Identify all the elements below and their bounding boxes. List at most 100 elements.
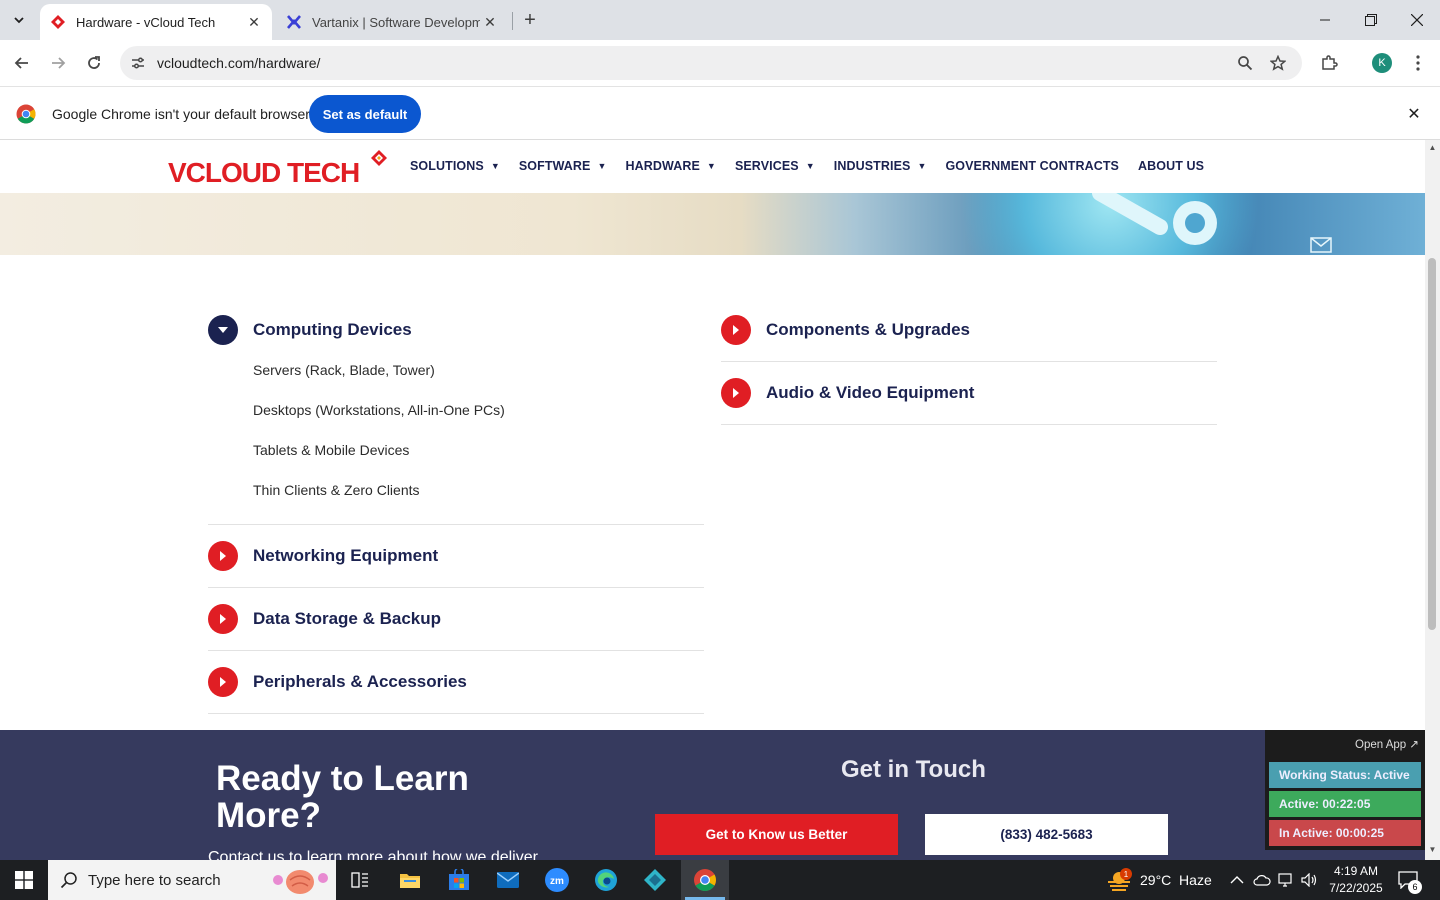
tab-title: Vartanix | Software Development xyxy=(312,14,480,30)
scrollbar-thumb[interactable] xyxy=(1428,258,1436,630)
accordion-item: Desktops (Workstations, All-in-One PCs) xyxy=(253,402,505,418)
volume-tray-icon[interactable] xyxy=(1301,860,1319,900)
file-explorer-button[interactable] xyxy=(386,860,434,900)
mail-app-button[interactable] xyxy=(484,860,532,900)
chrome-icon xyxy=(694,869,716,891)
address-bar[interactable]: vcloudtech.com/hardware/ xyxy=(120,46,1302,80)
caret-down-icon: ▼ xyxy=(490,161,500,171)
chevron-up-icon xyxy=(1230,876,1244,884)
get-to-know-us-button[interactable]: Get to Know us Better xyxy=(655,814,898,855)
set-as-default-button[interactable]: Set as default xyxy=(309,95,421,133)
cta-section: Ready to Learn More? Contact us to learn… xyxy=(0,730,1425,860)
time-tracker-widget: Open App ↗ Working Status: Active Active… xyxy=(1265,730,1425,850)
edge-icon xyxy=(595,869,617,891)
caret-right-circle-icon xyxy=(208,667,238,697)
menu-kebab-icon[interactable] xyxy=(1407,52,1429,74)
reload-button[interactable] xyxy=(78,47,110,79)
nav-software[interactable]: SOFTWARE ▼ xyxy=(519,159,607,173)
accordion-computing-devices[interactable]: Computing Devices xyxy=(208,310,704,350)
close-window-button[interactable] xyxy=(1394,0,1440,40)
search-icon xyxy=(60,872,77,889)
infobar-close-icon[interactable]: ✕ xyxy=(1404,104,1424,124)
bookmark-star-icon[interactable] xyxy=(1268,53,1288,73)
working-status: Working Status: Active xyxy=(1269,762,1421,788)
caret-right-circle-icon xyxy=(208,541,238,571)
accordion-title: Data Storage & Backup xyxy=(253,609,441,628)
accordion-right: Components & Upgrades Audio & Video Equi… xyxy=(721,310,1217,425)
chrome-taskbar-button[interactable] xyxy=(681,860,729,900)
weather-widget[interactable]: 1 29°C Haze xyxy=(1106,860,1212,900)
site-info-icon[interactable] xyxy=(128,53,148,73)
start-button[interactable] xyxy=(0,860,48,900)
accordion-title: Computing Devices xyxy=(253,320,412,339)
edge-browser-button[interactable] xyxy=(582,860,630,900)
mail-icon xyxy=(1310,237,1332,253)
task-view-button[interactable] xyxy=(336,860,384,900)
nav-industries[interactable]: INDUSTRIES ▼ xyxy=(834,159,927,173)
taskbar-clock[interactable]: 4:19 AM 7/22/2025 xyxy=(1326,863,1386,897)
default-browser-infobar: Google Chrome isn't your default browser… xyxy=(0,86,1440,140)
divider xyxy=(208,524,704,525)
accordion-networking-equipment[interactable]: Networking Equipment xyxy=(208,536,704,576)
mail-icon xyxy=(497,872,519,888)
show-hidden-icons-button[interactable] xyxy=(1230,860,1244,900)
notification-center-button[interactable]: 6 xyxy=(1398,860,1422,900)
cta-subtext: Contact us to learn more about how we de… xyxy=(208,849,538,860)
network-tray-icon[interactable] xyxy=(1278,860,1296,900)
zoom-meetings-icon: zm xyxy=(545,868,569,892)
reload-icon xyxy=(88,56,100,69)
zoom-icon[interactable] xyxy=(1235,53,1255,73)
scroll-down-arrow-icon[interactable]: ▼ xyxy=(1428,845,1437,854)
caret-right-circle-icon xyxy=(721,315,751,345)
phone-button[interactable]: (833) 482-5683 xyxy=(925,814,1168,855)
active-timer: Active: 00:22:05 xyxy=(1269,791,1421,817)
tab-vartanix[interactable]: Vartanix | Software Development ✕ xyxy=(276,4,508,40)
accordion-data-storage-backup[interactable]: Data Storage & Backup xyxy=(208,599,704,639)
nav-government-contracts[interactable]: GOVERNMENT CONTRACTS xyxy=(945,159,1119,173)
caret-right-circle-icon xyxy=(208,604,238,634)
accordion-item: Thin Clients & Zero Clients xyxy=(253,482,420,498)
minimize-button[interactable] xyxy=(1302,0,1348,40)
svg-text:zm: zm xyxy=(550,876,564,887)
scroll-up-arrow-icon[interactable]: ▲ xyxy=(1428,143,1437,152)
nav-solutions[interactable]: SOLUTIONS ▼ xyxy=(410,159,500,173)
caret-down-icon: ▼ xyxy=(805,161,815,171)
page-scrollbar[interactable]: ▲ ▼ xyxy=(1425,140,1440,860)
nav-hardware[interactable]: HARDWARE ▼ xyxy=(626,159,716,173)
nav-about-us[interactable]: ABOUT US xyxy=(1138,159,1204,173)
chrome-logo-icon xyxy=(16,104,36,124)
infobar-message: Google Chrome isn't your default browser xyxy=(52,106,310,122)
restore-icon xyxy=(1365,14,1377,26)
browser-toolbar: vcloudtech.com/hardware/ K xyxy=(0,40,1440,86)
pinned-app-button[interactable] xyxy=(631,860,679,900)
caret-down-icon: ▼ xyxy=(917,161,927,171)
tab-search-dropdown-button[interactable] xyxy=(6,7,32,33)
extensions-icon[interactable] xyxy=(1318,52,1340,74)
open-app-link[interactable]: Open App ↗ xyxy=(1355,737,1419,751)
arrow-left-icon xyxy=(14,57,28,69)
onedrive-tray-icon[interactable] xyxy=(1253,860,1271,900)
nav-services[interactable]: SERVICES ▼ xyxy=(735,159,815,173)
back-button[interactable] xyxy=(6,47,38,79)
tab-close-icon[interactable]: ✕ xyxy=(480,12,500,32)
search-placeholder: Type here to search xyxy=(88,872,221,889)
hero-banner-image xyxy=(0,193,1425,255)
profile-avatar[interactable]: K xyxy=(1372,53,1392,73)
new-tab-button[interactable]: + xyxy=(518,8,542,32)
vcloud-tech-logo[interactable]: VCLOUD TECH xyxy=(168,148,394,188)
accordion-peripherals-accessories[interactable]: Peripherals & Accessories xyxy=(208,662,704,702)
weather-text: 29°C Haze xyxy=(1140,872,1212,888)
restore-button[interactable] xyxy=(1348,0,1394,40)
tab-close-icon[interactable]: ✕ xyxy=(244,12,264,32)
tab-hardware[interactable]: Hardware - vCloud Tech ✕ xyxy=(40,4,272,40)
accordion-audio-video-equipment[interactable]: Audio & Video Equipment xyxy=(721,373,1217,413)
taskbar-search-box[interactable]: Type here to search xyxy=(48,860,336,900)
microsoft-store-button[interactable] xyxy=(435,860,483,900)
accordion-components-upgrades[interactable]: Components & Upgrades xyxy=(721,310,1217,350)
accordion-item: Tablets & Mobile Devices xyxy=(253,442,410,458)
arrow-right-icon xyxy=(52,57,66,69)
clock-date: 7/22/2025 xyxy=(1329,881,1383,895)
zoom-app-button[interactable]: zm xyxy=(533,860,581,900)
forward-button[interactable] xyxy=(42,47,74,79)
caret-right-circle-icon xyxy=(721,378,751,408)
